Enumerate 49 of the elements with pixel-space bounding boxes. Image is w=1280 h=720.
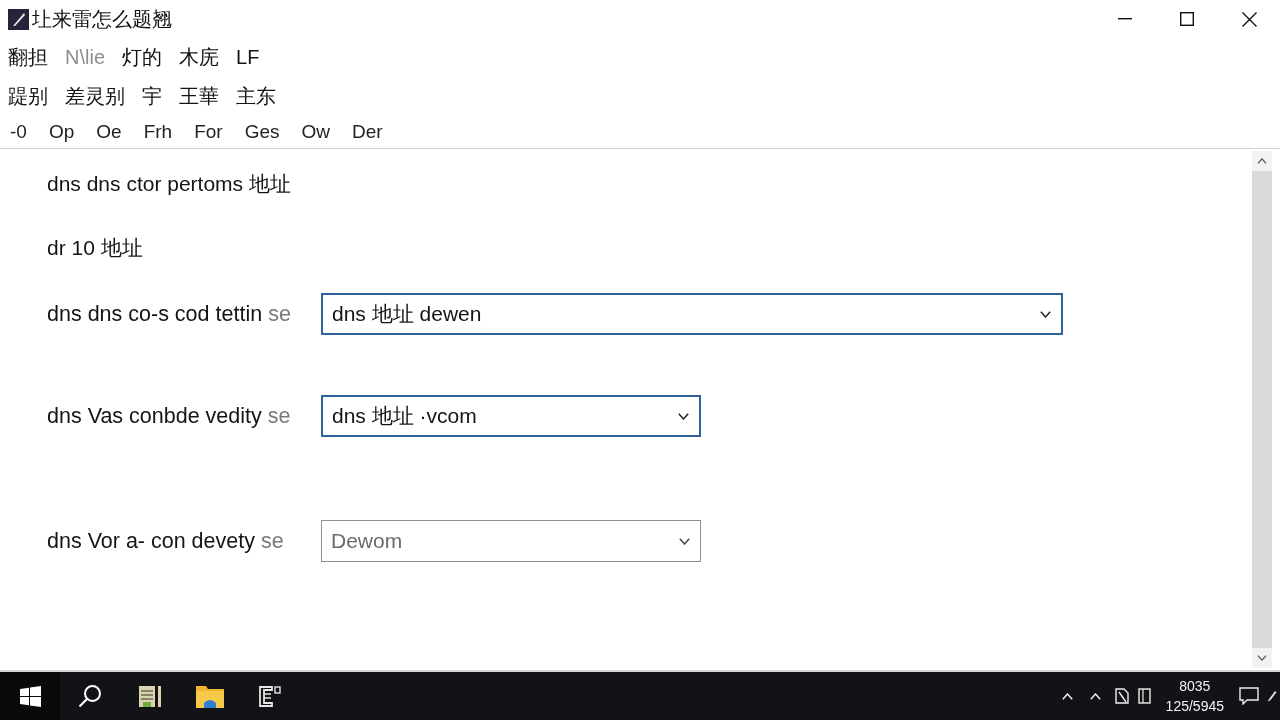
chevron-down-icon [678,412,689,420]
toolbar-item[interactable]: -0 [10,120,27,143]
tablet-icon[interactable] [1138,688,1152,704]
section-heading: dns dns ctor pertoms 地址 [47,171,291,197]
close-icon[interactable] [1241,11,1257,27]
search-icon[interactable] [78,684,102,708]
setting-label: dns dns co-s cod tettin [47,301,263,327]
toolbar-item[interactable]: Frh [143,120,173,143]
scroll-down-icon[interactable] [1257,655,1267,661]
label-suffix: se [267,403,291,429]
document-pen-icon[interactable] [1114,688,1129,704]
menu-item[interactable]: 木庑 [179,44,219,71]
chevron-up-icon[interactable] [1062,692,1074,700]
chevron-down-icon [1040,310,1051,318]
notification-icon[interactable] [1239,687,1259,705]
minimize-icon[interactable] [1118,18,1132,20]
chevron-up-icon[interactable] [1090,692,1102,700]
device-icon[interactable] [258,684,282,708]
label-suffix: se [268,301,291,327]
menu-item[interactable]: LF [236,46,260,69]
toolbar-item[interactable]: Oe [96,120,122,143]
dropdown[interactable]: dns 地址 ·vcom [321,395,701,437]
toolbar-item[interactable]: Op [48,120,75,143]
menu-item[interactable]: 差灵别 [65,83,125,110]
setting-label: dns Vas conbde vedity [47,403,262,429]
pen-icon[interactable] [1267,690,1277,702]
notepad-icon[interactable] [138,684,162,708]
label-suffix: se [260,528,284,554]
menu-item[interactable]: 主东 [236,83,276,110]
window-title: 圵来雷怎么题翘 [32,6,172,32]
app-icon [8,8,29,30]
menu-item[interactable]: 王華 [179,83,219,110]
windows-logo-icon[interactable] [19,685,41,707]
section-heading: dr 10 地址 [47,235,143,261]
menu-item[interactable]: 翻担 [8,44,48,71]
folder-icon[interactable] [196,684,224,708]
chevron-down-icon [679,537,690,545]
menu-item[interactable]: 宇 [142,83,162,110]
maximize-icon[interactable] [1180,12,1194,26]
menu-item[interactable]: 灯的 [122,44,162,71]
scroll-up-icon[interactable] [1257,158,1267,164]
toolbar-item[interactable]: Der [352,120,383,143]
toolbar-item[interactable]: Ges [244,120,280,143]
setting-label: dns Vor a- con devety [47,528,255,554]
dropdown[interactable]: dns 地址 dewen [321,293,1063,335]
menu-item[interactable]: 踶别 [8,83,48,110]
clock[interactable]: 8035 125/5945 [1155,678,1234,714]
toolbar-item[interactable]: For [194,120,223,143]
toolbar-item[interactable]: Ow [301,120,330,143]
